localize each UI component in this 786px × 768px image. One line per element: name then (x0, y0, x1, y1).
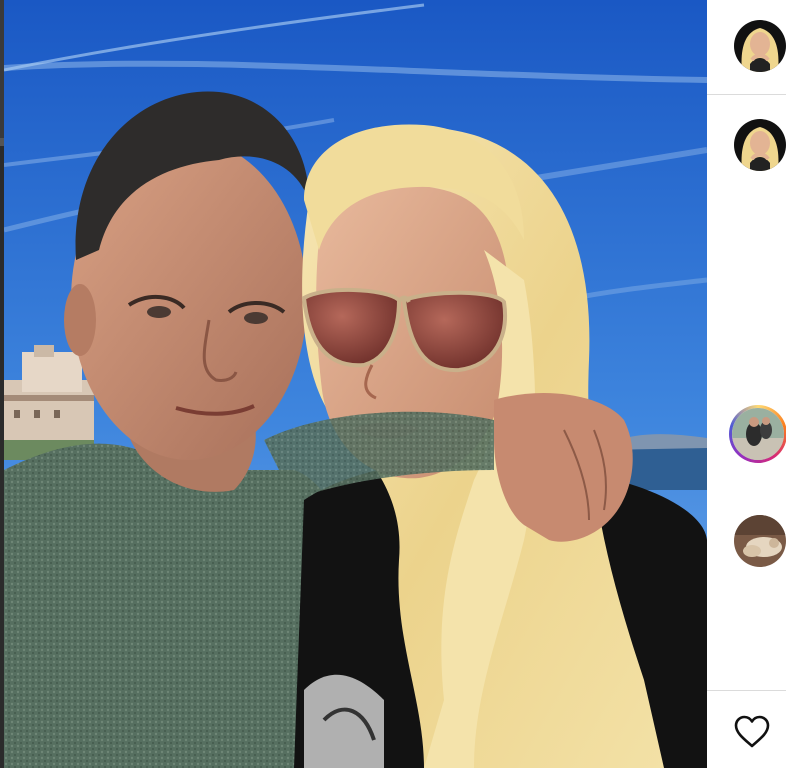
author-avatar-image (734, 20, 786, 72)
comment-avatar[interactable] (734, 515, 786, 567)
right-sidebar (707, 0, 786, 768)
comment-avatar[interactable] (734, 119, 786, 171)
sidebar-divider (707, 94, 786, 95)
story-avatar (732, 408, 784, 460)
story-avatar-image (732, 408, 784, 460)
selfie-image (4, 0, 707, 768)
author-avatar[interactable] (734, 20, 786, 72)
post-photo[interactable] (4, 0, 707, 768)
heart-outline-icon (734, 715, 770, 748)
story-avatar-ring[interactable] (729, 405, 786, 463)
sidebar-divider (707, 690, 786, 691)
comment-avatar-image (734, 515, 786, 567)
like-button[interactable] (732, 712, 772, 752)
comment-avatar-image (734, 119, 786, 171)
